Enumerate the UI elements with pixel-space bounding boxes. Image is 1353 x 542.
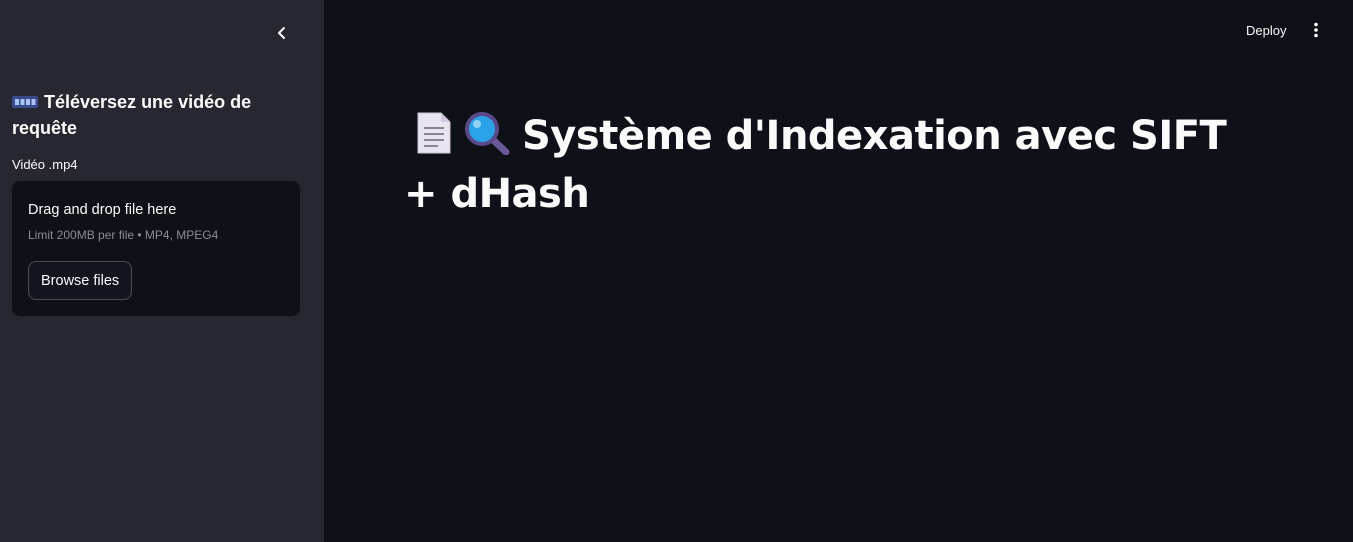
- dropzone-title: Drag and drop file here: [28, 202, 177, 218]
- dropzone-limit-text: Limit 200MB per file • MP4, MPEG4: [28, 228, 219, 242]
- deploy-button[interactable]: Deploy: [1238, 18, 1294, 42]
- app-root: Téléversez une vidéo de requête Vidéo .m…: [0, 0, 1353, 542]
- file-dropzone[interactable]: Drag and drop file here Limit 200MB per …: [12, 181, 300, 316]
- magnifying-glass-icon: [464, 111, 512, 168]
- sidebar-header: Téléversez une vidéo de requête: [12, 90, 302, 140]
- kebab-menu-icon: [1314, 22, 1318, 38]
- page-title: Système d'Indexation avec SIFT + dHash: [404, 110, 1264, 220]
- collapse-sidebar-button[interactable]: [270, 21, 294, 45]
- chevron-left-icon: [278, 27, 285, 39]
- page-title-text: Système d'Indexation avec SIFT + dHash: [404, 113, 1227, 217]
- video-uploader-label: Vidéo .mp4: [12, 157, 78, 172]
- page-document-icon: [414, 111, 454, 168]
- browse-files-button[interactable]: Browse files: [28, 261, 133, 300]
- film-frames-icon: [12, 92, 38, 116]
- main-menu-button[interactable]: [1304, 18, 1328, 42]
- sidebar-header-text: Téléversez une vidéo de requête: [12, 92, 252, 138]
- sidebar: Téléversez une vidéo de requête Vidéo .m…: [0, 0, 324, 542]
